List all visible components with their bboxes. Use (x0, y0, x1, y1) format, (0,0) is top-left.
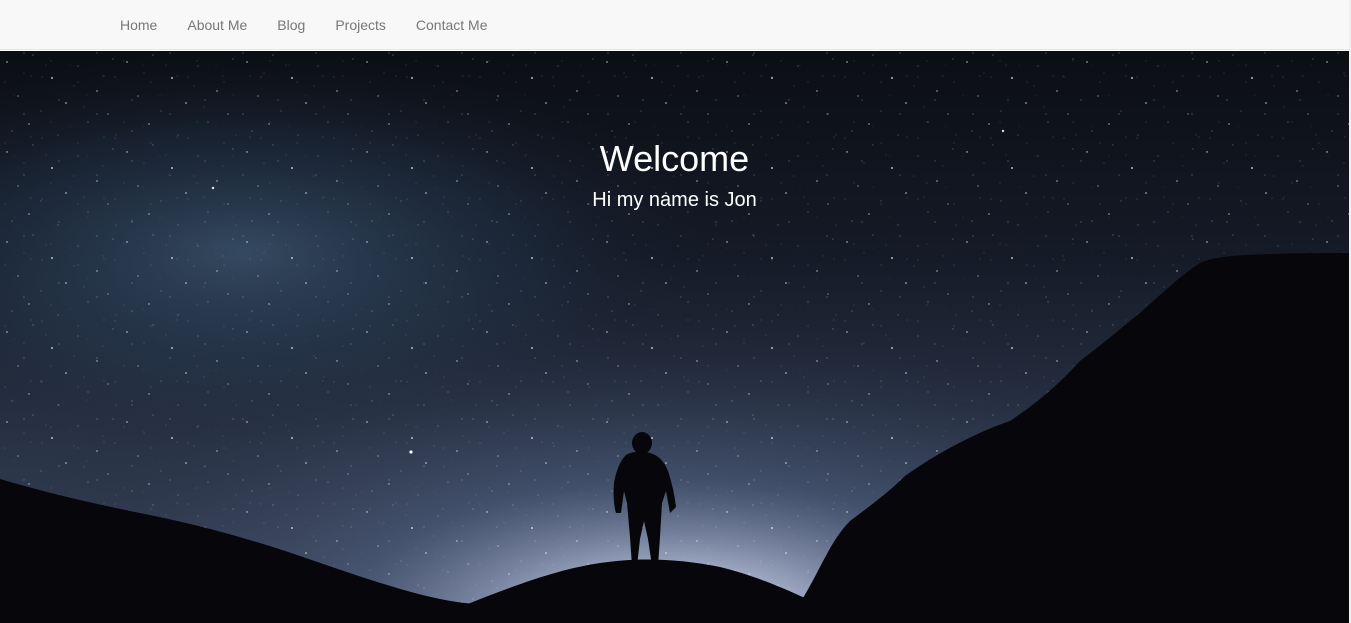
hero-subtitle: Hi my name is Jon (592, 189, 757, 211)
nav-link-home[interactable]: Home (105, 0, 172, 50)
nav-item-about-me: About Me (172, 0, 262, 50)
hero-title: Welcome (599, 138, 750, 179)
nav-link-blog[interactable]: Blog (262, 0, 320, 50)
nav-link-about-me[interactable]: About Me (172, 0, 262, 50)
nav-item-projects: Projects (320, 0, 401, 50)
nav-item-blog: Blog (262, 0, 320, 50)
page: Home About Me Blog Projects Contact Me W… (0, 0, 1351, 623)
nav-link-projects[interactable]: Projects (320, 0, 401, 50)
nav-link-contact-me[interactable]: Contact Me (401, 0, 503, 50)
nav-item-contact-me: Contact Me (401, 0, 503, 50)
hero-text-block: Welcome Hi my name is Jon (0, 137, 1349, 213)
bright-star (409, 450, 413, 454)
top-navbar: Home About Me Blog Projects Contact Me (0, 0, 1349, 50)
nav-item-home: Home (105, 0, 172, 50)
nav-menu: Home About Me Blog Projects Contact Me (105, 0, 503, 50)
bright-star (1001, 129, 1005, 133)
hero-section: Welcome Hi my name is Jon (0, 51, 1349, 623)
